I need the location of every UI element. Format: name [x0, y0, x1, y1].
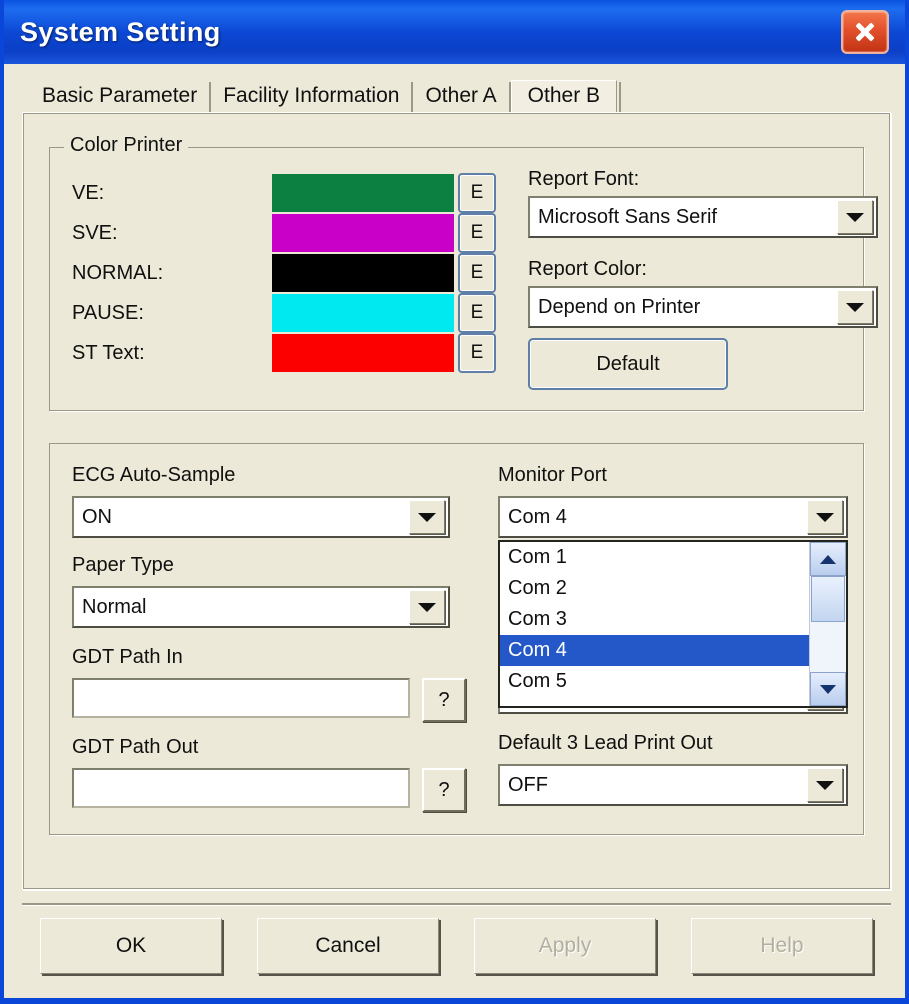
dialog-button-bar: OK Cancel Apply Help — [22, 908, 891, 984]
chevron-down-icon[interactable] — [837, 200, 873, 234]
edit-color-st-text-button[interactable]: E — [458, 333, 496, 373]
system-setting-dialog: System Setting Basic Parameter Facility … — [0, 0, 909, 1004]
paper-type-value: Normal — [82, 595, 147, 618]
edit-color-sve-button[interactable]: E — [458, 213, 496, 253]
scrollbar-track[interactable] — [810, 576, 846, 672]
gdt-path-out-input[interactable] — [72, 768, 410, 808]
chevron-down-icon[interactable] — [807, 768, 843, 802]
color-row-pause-label: PAUSE: — [72, 301, 144, 324]
default-3-lead-value: OFF — [508, 773, 548, 796]
gdt-path-in-input[interactable] — [72, 678, 410, 718]
help-button: Help — [691, 918, 873, 974]
report-color-combo[interactable]: Depend on Printer — [528, 286, 878, 328]
color-row-ve: VE: E — [72, 173, 502, 213]
chevron-down-icon[interactable] — [409, 500, 445, 534]
scroll-down-icon[interactable] — [810, 672, 846, 706]
gdt-path-in-browse-button[interactable]: ? — [422, 678, 466, 722]
dropdown-item-com-5[interactable]: Com 5 — [500, 666, 809, 697]
report-font-label: Report Font: — [528, 168, 640, 190]
apply-button: Apply — [474, 918, 656, 974]
report-color-value: Depend on Printer — [538, 295, 701, 318]
monitor-port-combo[interactable]: Com 4 — [498, 496, 848, 538]
scrollbar-thumb[interactable] — [811, 576, 845, 622]
tab-page-other-b: Color Printer VE: E SVE: E NORMAL: E PAU… — [22, 112, 891, 890]
chevron-down-icon[interactable] — [807, 500, 843, 534]
close-icon[interactable] — [841, 10, 889, 54]
color-row-sve-label: SVE: — [72, 221, 118, 244]
ok-button[interactable]: OK — [40, 918, 222, 974]
group-color-printer: Color Printer VE: E SVE: E NORMAL: E PAU… — [49, 134, 878, 411]
dialog-client-area: Basic Parameter Facility Information Oth… — [4, 64, 905, 998]
gdt-path-out-label: GDT Path Out — [72, 736, 199, 758]
dropdown-item-com-1[interactable]: Com 1 — [500, 542, 809, 573]
tab-other-b[interactable]: Other B — [510, 80, 618, 113]
color-row-normal: NORMAL: E — [72, 253, 502, 293]
edit-color-normal-button[interactable]: E — [458, 253, 496, 293]
color-swatch-ve[interactable] — [272, 174, 454, 212]
color-row-st-text-label: ST Text: — [72, 341, 145, 364]
report-color-label: Report Color: — [528, 258, 647, 280]
gdt-path-out-browse-button[interactable]: ? — [422, 768, 466, 812]
color-row-pause: PAUSE: E — [72, 293, 502, 333]
color-row-sve: SVE: E — [72, 213, 502, 253]
monitor-port-dropdown-list[interactable]: Com 1 Com 2 Com 3 Com 4 Com 5 — [498, 540, 848, 708]
report-font-combo[interactable]: Microsoft Sans Serif — [528, 196, 878, 238]
chevron-down-icon[interactable] — [409, 590, 445, 624]
color-swatch-st-text[interactable] — [272, 334, 454, 372]
monitor-port-value: Com 4 — [508, 505, 567, 528]
paper-type-combo[interactable]: Normal — [72, 586, 450, 628]
edit-color-ve-button[interactable]: E — [458, 173, 496, 213]
dropdown-items: Com 1 Com 2 Com 3 Com 4 Com 5 — [500, 542, 809, 706]
dropdown-item-com-4[interactable]: Com 4 — [500, 635, 809, 666]
group-misc-settings: ECG Auto-Sample ON Paper Type Normal GDT… — [49, 443, 864, 835]
group-color-printer-legend: Color Printer — [64, 134, 189, 157]
tab-facility-information[interactable]: Facility Information — [211, 82, 414, 112]
ecg-auto-sample-value: ON — [82, 505, 112, 528]
color-swatch-normal[interactable] — [272, 254, 454, 292]
default-3-lead-label: Default 3 Lead Print Out — [498, 732, 713, 754]
gdt-path-in-label: GDT Path In — [72, 646, 183, 668]
default-3-lead-combo[interactable]: OFF — [498, 764, 848, 806]
ecg-auto-sample-combo[interactable]: ON — [72, 496, 450, 538]
title-bar[interactable]: System Setting — [4, 0, 905, 64]
button-bar-separator — [22, 903, 891, 906]
color-swatch-sve[interactable] — [272, 214, 454, 252]
color-row-st-text: ST Text: E — [72, 333, 502, 373]
report-font-value: Microsoft Sans Serif — [538, 205, 717, 228]
dropdown-item-com-2[interactable]: Com 2 — [500, 573, 809, 604]
dropdown-scrollbar[interactable] — [809, 542, 846, 706]
monitor-port-label: Monitor Port — [498, 464, 607, 486]
ecg-auto-sample-label: ECG Auto-Sample — [72, 464, 236, 486]
tab-strip: Basic Parameter Facility Information Oth… — [4, 64, 905, 113]
color-swatch-pause[interactable] — [272, 294, 454, 332]
paper-type-label: Paper Type — [72, 554, 174, 576]
color-row-normal-label: NORMAL: — [72, 261, 164, 284]
default-button[interactable]: Default — [528, 338, 728, 390]
dropdown-item-com-3[interactable]: Com 3 — [500, 604, 809, 635]
scroll-up-icon[interactable] — [810, 542, 846, 576]
tab-strip-end-divider — [619, 82, 622, 112]
color-row-ve-label: VE: — [72, 181, 105, 204]
tab-basic-parameter[interactable]: Basic Parameter — [30, 82, 212, 112]
edit-color-pause-button[interactable]: E — [458, 293, 496, 333]
chevron-down-icon[interactable] — [837, 290, 873, 324]
tab-other-a[interactable]: Other A — [413, 82, 511, 112]
window-title: System Setting — [20, 16, 221, 47]
cancel-button[interactable]: Cancel — [257, 918, 439, 974]
